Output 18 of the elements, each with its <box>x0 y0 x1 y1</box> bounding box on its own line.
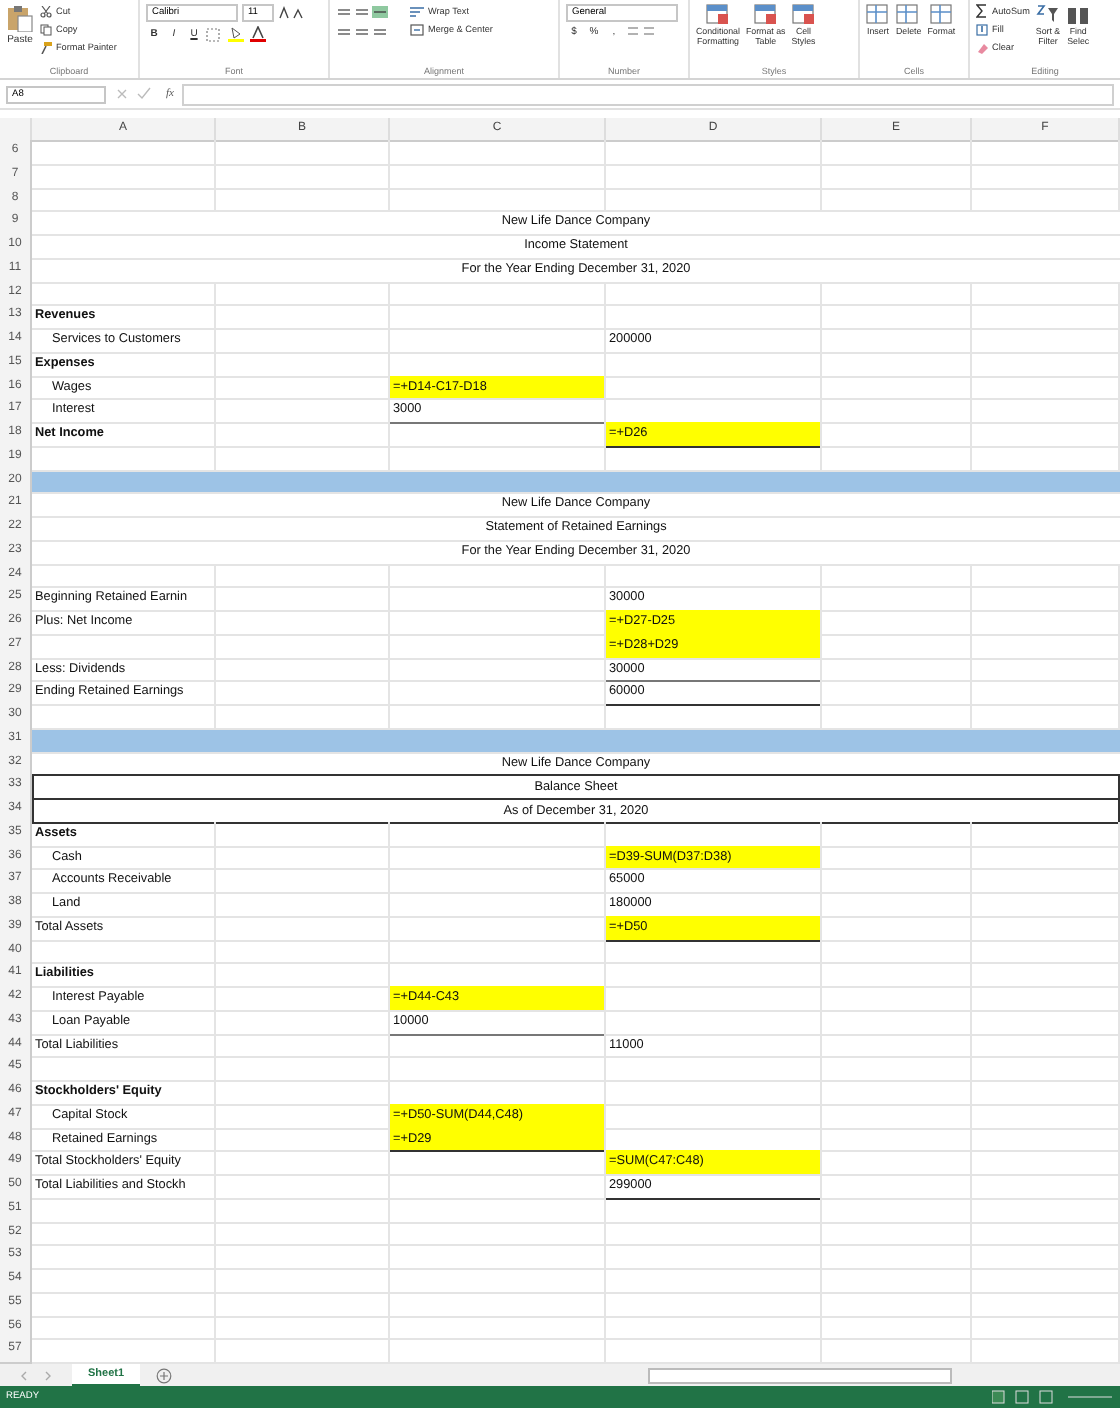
border-icon[interactable] <box>206 27 224 41</box>
font-color-icon[interactable] <box>250 26 268 42</box>
merge-icon <box>410 23 424 35</box>
eraser-icon <box>976 41 988 53</box>
scissors-icon <box>40 5 52 17</box>
sort-icon <box>1036 4 1060 26</box>
horizontal-scrollbar[interactable] <box>648 1367 953 1384</box>
copy-icon <box>40 23 52 35</box>
sheet-nav-icon[interactable] <box>16 1369 56 1382</box>
add-sheet-icon[interactable] <box>156 1367 173 1384</box>
font-size-icon[interactable] <box>278 6 306 20</box>
formula-input[interactable] <box>181 83 1114 106</box>
wrap-text-icon <box>410 5 424 17</box>
view-buttons-drawing[interactable] <box>992 1390 1112 1405</box>
brush-icon <box>40 41 52 53</box>
fill-color-icon[interactable] <box>228 26 246 42</box>
fill-down-icon <box>976 23 988 35</box>
sigma-icon <box>976 4 988 18</box>
